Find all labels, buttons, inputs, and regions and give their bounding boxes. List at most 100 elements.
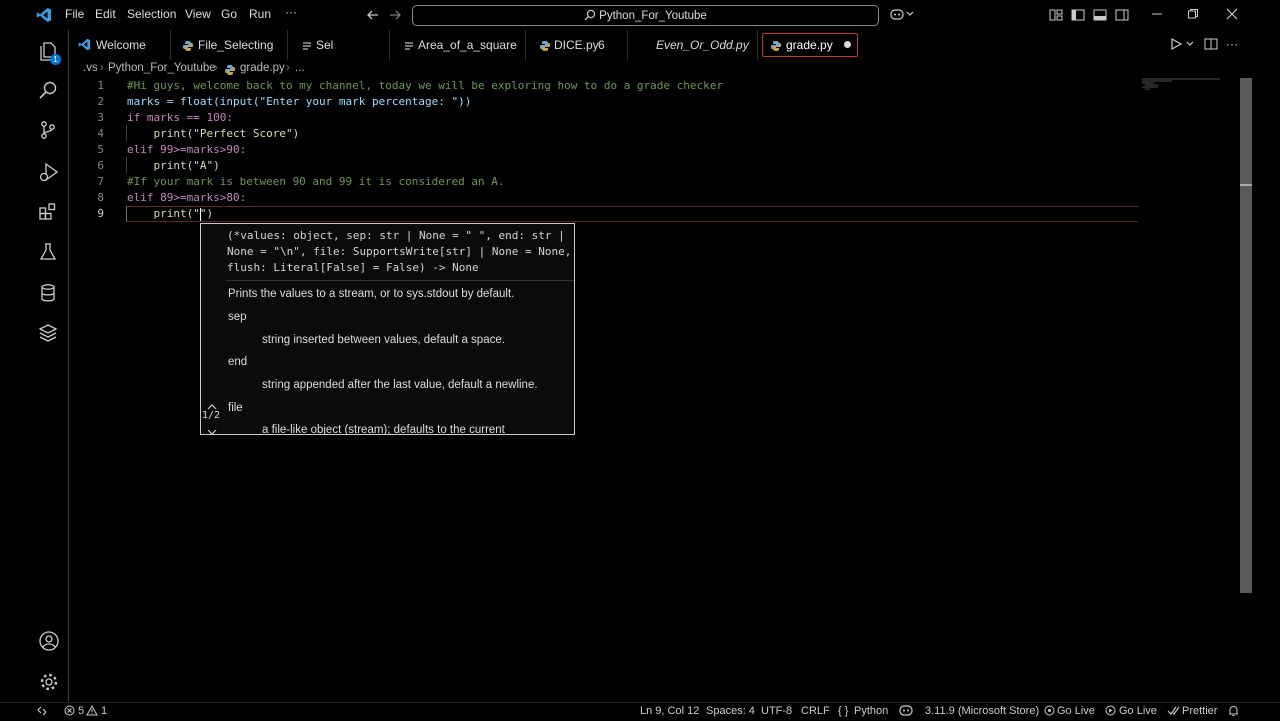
go-live-button[interactable]: Go Live (1057, 705, 1095, 717)
cursor-position[interactable]: Ln 9, Col 12 (640, 705, 699, 717)
python-file-icon (771, 40, 781, 54)
tab-label: grade.py (786, 38, 833, 52)
toggle-secondary-sidebar-icon[interactable] (1115, 8, 1129, 25)
python-interpreter[interactable]: 3.11.9 (Microsoft Store) (925, 705, 1039, 717)
command-center-search[interactable]: Python_For_Youtube (412, 5, 879, 26)
vertical-scrollbar[interactable] (1240, 78, 1252, 593)
layers-icon[interactable] (38, 323, 58, 343)
current-line-highlight (126, 206, 1138, 222)
line-number: 5 (97, 143, 104, 156)
param-name: file (228, 402, 243, 414)
param-description: string appended after the last value, de… (262, 379, 538, 391)
param-clip: a file-like object (stream); defaults to… (228, 423, 574, 434)
warnings-count[interactable]: 1 (101, 705, 107, 717)
tab-label: File_Selecting (198, 38, 274, 52)
line-number: 2 (97, 95, 104, 108)
breadcrumb-separator: › (286, 62, 290, 74)
popup-divider (226, 280, 574, 281)
menu-go[interactable]: Go (221, 7, 237, 21)
code-line-3: if marks == 100: (127, 111, 233, 124)
line-number: 4 (97, 127, 104, 140)
menu-run[interactable]: Run (249, 7, 271, 21)
param-name: end (228, 356, 248, 368)
run-debug-icon[interactable] (38, 161, 59, 182)
extensions-icon[interactable] (38, 202, 58, 222)
code-line-4: print("Perfect Score") (127, 127, 300, 140)
more-actions-icon[interactable]: ··· (1226, 37, 1238, 51)
prettier-status[interactable]: Prettier (1182, 705, 1217, 717)
minimize-icon[interactable] (1151, 8, 1163, 23)
breadcrumb-item[interactable]: .vs (83, 62, 98, 74)
tab-label: Welcome (96, 38, 146, 52)
breadcrumb-separator: › (214, 62, 218, 74)
tab-label: Even_Or_Odd.py (656, 38, 749, 52)
search-label: Python_For_Youtube (413, 9, 878, 24)
line-number: 7 (97, 175, 104, 188)
database-icon[interactable] (38, 283, 58, 303)
tab-label: Area_of_a_square (418, 38, 517, 52)
search-view-icon[interactable] (38, 80, 58, 100)
errors-count[interactable]: 5 (78, 705, 84, 717)
overload-down-icon[interactable] (207, 425, 217, 439)
notifications-bell-icon[interactable] (1228, 705, 1239, 720)
language-mode[interactable]: Python (854, 705, 888, 717)
go-live-button[interactable]: Go Live (1119, 705, 1157, 717)
menu-edit[interactable]: Edit (95, 7, 116, 21)
forward-arrow-icon[interactable] (388, 8, 402, 25)
code-line-6: print("A") (127, 159, 220, 172)
remote-indicator-icon[interactable] (36, 705, 48, 720)
line-number: 1 (97, 79, 104, 92)
python-file-icon (183, 40, 193, 54)
settings-gear-icon[interactable] (38, 671, 58, 691)
run-python-icon[interactable] (1170, 37, 1194, 54)
code-line-8: elif 89>=marks>80: (127, 191, 247, 204)
breadcrumb-item[interactable]: ... (295, 62, 305, 74)
broadcast-icon (1044, 705, 1055, 719)
search-icon (584, 9, 596, 24)
tab-problem-count: 6 (598, 38, 605, 52)
function-description: Prints the values to a stream, or to sys… (228, 288, 515, 300)
text-file-icon (302, 40, 312, 54)
encoding[interactable]: UTF-8 (761, 705, 792, 717)
restore-icon[interactable] (1187, 8, 1199, 23)
param-name: sep (228, 311, 247, 323)
vscode-icon (78, 38, 91, 51)
param-description: string inserted between values, default … (262, 334, 505, 346)
menu-more[interactable]: ··· (285, 5, 297, 19)
explorer-badge: 1 (50, 54, 61, 65)
breadcrumb-separator: › (100, 62, 104, 74)
scrollbar-cursor-marker (1240, 184, 1252, 186)
copilot-status-icon[interactable] (899, 704, 913, 719)
breadcrumb-item[interactable]: Python_For_Youtube (108, 62, 216, 74)
split-editor-icon[interactable] (1204, 37, 1218, 54)
check-double-icon (1167, 705, 1181, 719)
warnings-icon[interactable] (86, 704, 98, 719)
line-number-current: 9 (97, 207, 104, 220)
line-number: 6 (97, 159, 104, 172)
copilot-icon[interactable] (890, 7, 914, 24)
tab-label: DICE.py (554, 38, 599, 52)
account-icon[interactable] (38, 630, 59, 651)
text-cursor (200, 208, 201, 221)
braces-icon: { } (838, 705, 849, 717)
menu-view[interactable]: View (185, 7, 211, 21)
back-arrow-icon[interactable] (366, 8, 380, 25)
unsaved-dot-icon[interactable] (844, 41, 851, 48)
menu-selection[interactable]: Selection (127, 7, 176, 21)
toggle-panel-icon[interactable] (1093, 8, 1107, 25)
testing-flask-icon[interactable] (38, 242, 58, 262)
errors-icon[interactable] (64, 705, 75, 719)
minimap[interactable] (1142, 78, 1222, 90)
customize-layout-icon[interactable] (1049, 8, 1063, 25)
line-ending[interactable]: CRLF (801, 705, 830, 717)
python-file-icon (540, 40, 550, 54)
param-description: a file-like object (stream); defaults to… (262, 424, 505, 434)
toggle-primary-sidebar-icon[interactable] (1071, 8, 1085, 25)
python-file-icon (225, 64, 235, 78)
indentation[interactable]: Spaces: 4 (706, 705, 755, 717)
source-control-icon[interactable] (38, 120, 58, 140)
close-icon[interactable] (1226, 8, 1238, 23)
menu-file[interactable]: File (65, 7, 84, 21)
line-number: 8 (97, 191, 104, 204)
breadcrumb-item[interactable]: grade.py (240, 62, 285, 74)
